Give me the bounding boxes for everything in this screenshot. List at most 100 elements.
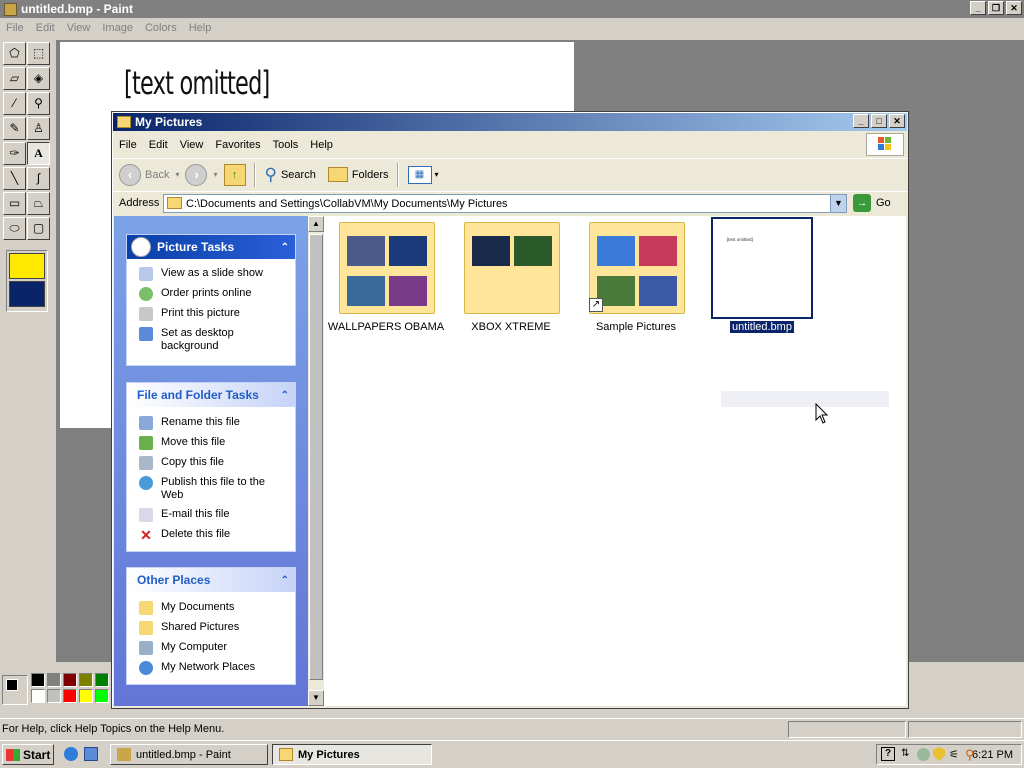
swatch-black[interactable] <box>31 673 45 687</box>
place-my-documents[interactable]: My Documents <box>127 598 295 618</box>
file-tasks-header[interactable]: File and Folder Tasks ⌃ <box>127 383 295 407</box>
transparent-option-icon[interactable] <box>9 281 45 307</box>
swatch-olive[interactable] <box>79 673 93 687</box>
swatch-yellow[interactable] <box>79 689 93 703</box>
security-shield-icon[interactable] <box>933 747 945 761</box>
desktop-quicklaunch-icon[interactable] <box>84 747 98 761</box>
swatch-maroon[interactable] <box>63 673 77 687</box>
ellipse-tool-icon[interactable]: ⬭ <box>3 217 26 240</box>
polygon-tool-icon[interactable]: ⏢ <box>27 192 50 215</box>
swatch-silver[interactable] <box>47 689 61 703</box>
tray-app-icon[interactable] <box>917 748 930 761</box>
other-places-header[interactable]: Other Places ⌃ <box>127 568 295 592</box>
folders-button[interactable]: Folders <box>327 161 389 189</box>
swatch-white[interactable] <box>31 689 45 703</box>
task-email[interactable]: E-mail this file <box>127 505 295 525</box>
back-dropdown-icon[interactable]: ▾ <box>175 170 179 179</box>
paint-menu-view[interactable]: View <box>61 22 97 34</box>
go-button[interactable]: → Go <box>853 194 891 212</box>
task-print[interactable]: Print this picture <box>127 304 295 324</box>
fill-tool-icon[interactable]: ◈ <box>27 67 50 90</box>
swatch-lime[interactable] <box>95 689 109 703</box>
file-label[interactable]: XBOX XTREME <box>451 321 571 333</box>
task-pane-scrollbar[interactable]: ▲ ▼ <box>308 216 324 706</box>
file-label[interactable]: Sample Pictures <box>576 321 696 333</box>
scroll-up-icon[interactable]: ▲ <box>308 216 324 232</box>
taskbar-paint[interactable]: untitled.bmp - Paint <box>110 744 268 765</box>
menu-tools[interactable]: Tools <box>267 139 305 151</box>
menu-file[interactable]: File <box>113 139 143 151</box>
clock[interactable]: 6:21 PM <box>972 749 1013 761</box>
rect-select-tool-icon[interactable]: ⬚ <box>27 42 50 65</box>
explorer-close-button[interactable]: ✕ <box>889 114 905 128</box>
up-folder-button[interactable]: ↑ <box>223 161 246 189</box>
color-picker-tool-icon[interactable]: ⁄ <box>3 92 26 115</box>
forward-dropdown-icon[interactable]: ▾ <box>213 170 217 179</box>
picture-tasks-header[interactable]: Picture Tasks ⌃ <box>127 235 295 259</box>
network-tray-icon[interactable]: ⇅ <box>901 748 909 759</box>
explorer-maximize-button[interactable]: □ <box>871 114 887 128</box>
scroll-down-icon[interactable]: ▼ <box>308 690 324 706</box>
text-tool-icon[interactable]: A <box>27 142 50 165</box>
menu-help[interactable]: Help <box>304 139 339 151</box>
menu-edit[interactable]: Edit <box>143 139 174 151</box>
paint-menu-help[interactable]: Help <box>183 22 218 34</box>
swatch-gray[interactable] <box>47 673 61 687</box>
address-dropdown-icon[interactable]: ▼ <box>830 195 846 212</box>
task-slideshow[interactable]: View as a slide show <box>127 264 295 284</box>
volume-icon[interactable]: ⚟ <box>949 748 959 761</box>
place-my-computer[interactable]: My Computer <box>127 638 295 658</box>
line-tool-icon[interactable]: ╲ <box>3 167 26 190</box>
explorer-minimize-button[interactable]: _ <box>853 114 869 128</box>
menu-favorites[interactable]: Favorites <box>209 139 266 151</box>
task-copy[interactable]: Copy this file <box>127 453 295 473</box>
collapse-chevron-icon[interactable]: ⌃ <box>281 242 289 253</box>
paint-menu-colors[interactable]: Colors <box>139 22 183 34</box>
swatch-red[interactable] <box>63 689 77 703</box>
free-select-tool-icon[interactable]: ⬠ <box>3 42 26 65</box>
menu-view[interactable]: View <box>174 139 210 151</box>
forward-button[interactable]: › ▾ <box>185 161 218 189</box>
scroll-thumb[interactable] <box>309 234 323 680</box>
paint-menu-edit[interactable]: Edit <box>30 22 61 34</box>
file-label[interactable]: WALLPAPERS OBAMA <box>326 321 446 333</box>
start-button[interactable]: Start <box>2 744 54 765</box>
close-button[interactable]: ✕ <box>1006 1 1022 15</box>
rectangle-tool-icon[interactable]: ▭ <box>3 192 26 215</box>
task-delete[interactable]: ✕ Delete this file <box>127 525 295 545</box>
search-button[interactable]: ⚲ Search <box>265 161 316 189</box>
search-tray-icon[interactable]: ⚲ <box>965 747 975 763</box>
taskbar-my-pictures[interactable]: My Pictures <box>272 744 432 765</box>
collapse-chevron-icon[interactable]: ⌃ <box>281 575 289 586</box>
magnifier-tool-icon[interactable]: ⚲ <box>27 92 50 115</box>
views-button[interactable]: ▦ ▾ <box>407 161 439 189</box>
opaque-option-icon[interactable] <box>9 253 45 279</box>
eraser-tool-icon[interactable]: ▱ <box>3 67 26 90</box>
rounded-rect-tool-icon[interactable]: ▢ <box>27 217 50 240</box>
task-move[interactable]: Move this file <box>127 433 295 453</box>
folder-wallpapers-obama[interactable] <box>339 218 439 316</box>
folder-sample-pictures[interactable]: ↗ <box>589 218 689 316</box>
curve-tool-icon[interactable]: ∫ <box>27 167 50 190</box>
folder-xbox-xtreme[interactable] <box>464 218 564 316</box>
swatch-green[interactable] <box>95 673 109 687</box>
task-set-desktop[interactable]: Set as desktop background <box>127 324 295 356</box>
task-publish[interactable]: Publish this file to the Web <box>127 473 295 505</box>
restore-button[interactable]: ❐ <box>988 1 1004 15</box>
file-label-selected[interactable]: untitled.bmp <box>702 321 822 333</box>
task-rename[interactable]: Rename this file <box>127 413 295 433</box>
file-untitled-bmp[interactable]: [text omitted] <box>711 217 813 319</box>
paint-menu-file[interactable]: File <box>0 22 30 34</box>
pencil-tool-icon[interactable]: ✎ <box>3 117 26 140</box>
ie-quicklaunch-icon[interactable] <box>64 747 78 761</box>
collapse-chevron-icon[interactable]: ⌃ <box>281 390 289 401</box>
airbrush-tool-icon[interactable]: ✑ <box>3 142 26 165</box>
back-button[interactable]: ‹ Back ▾ <box>119 161 179 189</box>
paint-title-bar[interactable]: untitled.bmp - Paint _ ❐ ✕ <box>0 0 1024 18</box>
help-icon[interactable]: ? <box>881 747 895 761</box>
place-network[interactable]: My Network Places <box>127 658 295 678</box>
explorer-title-bar[interactable]: My Pictures _ □ ✕ <box>113 113 907 131</box>
paint-menu-image[interactable]: Image <box>96 22 139 34</box>
task-order-prints[interactable]: Order prints online <box>127 284 295 304</box>
address-input[interactable]: C:\Documents and Settings\CollabVM\My Do… <box>163 194 847 213</box>
